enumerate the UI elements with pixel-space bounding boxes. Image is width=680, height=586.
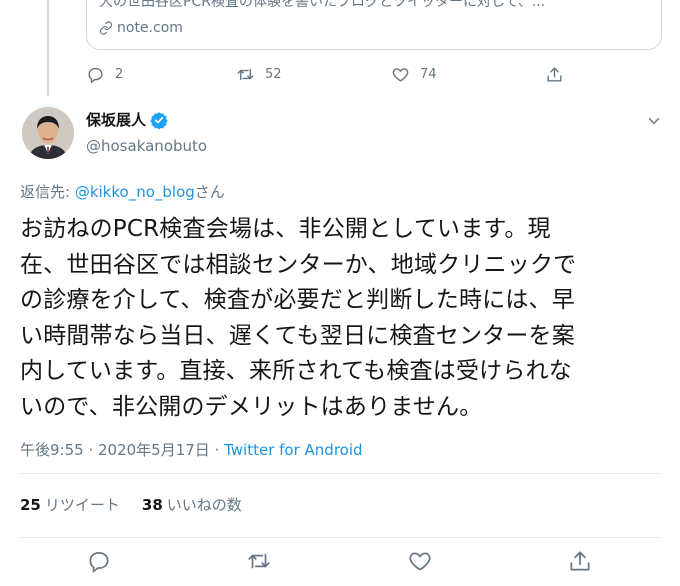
tweet-meta: 午後9:55 · 2020年5月17日 · Twitter for Androi… <box>20 440 363 460</box>
divider <box>20 537 662 538</box>
previous-retweet-count: 52 <box>265 66 282 82</box>
reply-icon <box>88 67 103 83</box>
tweet-source[interactable]: Twitter for Android <box>224 441 362 459</box>
chevron-down-icon[interactable] <box>645 112 663 130</box>
verified-badge-icon <box>150 112 168 129</box>
heart-icon <box>409 552 431 571</box>
like-count: 38 <box>141 496 163 514</box>
retweet-count: 25 <box>20 496 41 514</box>
tweet-text-line: 内しています。直接、来所されても検査は受けられな <box>20 358 572 384</box>
divider <box>20 473 662 474</box>
thread-connector <box>47 0 49 96</box>
card-domain-text: note.com <box>117 20 183 36</box>
previous-reply-button[interactable]: 2 <box>86 65 123 84</box>
previous-tweet-actions: 2 52 74 <box>86 62 576 86</box>
tweet-text-line: の診療を介して、検査が必要だと判断した時には、早 <box>20 287 575 313</box>
retweet-stat-label: リツイート <box>44 496 120 514</box>
card-domain: note.com <box>99 19 183 37</box>
previous-share-button[interactable] <box>545 65 564 84</box>
tweet-stats: 25 リツイート 38 いいねの数 <box>20 495 242 515</box>
share-icon <box>547 66 562 82</box>
card-description: 大の世田谷区PCR検査の体験を書いたブログとツイッターに対して、... <box>99 0 546 10</box>
author-name-text: 保坂展人 <box>86 111 147 129</box>
tweet-text: お訪ねのPCR検査会場は、非公開としています。現 在、世田谷区では相談センターか… <box>20 212 660 425</box>
tweet-text-line: いので、非公開のデメリットはありません。 <box>20 393 483 420</box>
author-avatar[interactable] <box>22 107 74 159</box>
previous-like-count: 74 <box>420 66 437 82</box>
previous-like-button[interactable]: 74 <box>391 65 437 84</box>
link-preview-card[interactable]: 大の世田谷区PCR検査の体験を書いたブログとツイッターに対して、... note… <box>86 0 662 50</box>
retweet-icon <box>248 553 270 569</box>
reply-to-line: 返信先: @kikko_no_blogさん <box>20 182 225 202</box>
reply-to-prefix: 返信先: <box>20 183 75 201</box>
share-button[interactable] <box>567 548 593 574</box>
reply-button[interactable] <box>86 548 112 574</box>
heart-icon <box>392 67 409 82</box>
tweet-actions <box>0 548 680 578</box>
retweet-icon <box>237 68 254 80</box>
link-icon <box>99 21 113 35</box>
avatar-portrait <box>22 107 74 159</box>
reply-icon <box>89 552 109 574</box>
tweet-text-line: い時間帯なら当日、遅くても翌日に検査センターを案 <box>20 322 575 349</box>
tweet-timestamp[interactable]: 午後9:55 · 2020年5月17日 · <box>20 441 224 459</box>
author-name[interactable]: 保坂展人 <box>86 110 168 130</box>
reply-to-mention[interactable]: @kikko_no_blog <box>75 183 195 201</box>
reply-to-suffix: さん <box>194 183 225 201</box>
author-handle[interactable]: @hosakanobuto <box>86 136 207 156</box>
share-icon <box>570 551 590 571</box>
tweet-thread: 大の世田谷区PCR検査の体験を書いたブログとツイッターに対して、... note… <box>0 0 680 586</box>
previous-retweet-button[interactable]: 52 <box>236 65 282 84</box>
retweet-button[interactable] <box>246 548 272 574</box>
like-stat[interactable]: 38 いいねの数 <box>142 495 242 515</box>
previous-reply-count: 2 <box>115 66 124 82</box>
like-stat-label: いいねの数 <box>166 496 242 514</box>
tweet-text-line: 在、世田谷区では相談センターか、地域クリニックで <box>20 251 577 278</box>
tweet-text-line: お訪ねのPCR検査会場は、非公開としています。現 <box>20 216 551 242</box>
like-button[interactable] <box>407 548 433 574</box>
retweet-stat[interactable]: 25 リツイート <box>20 495 120 515</box>
